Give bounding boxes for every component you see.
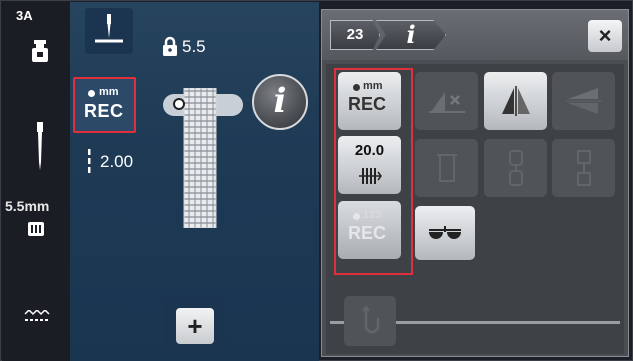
presser-foot-code: 3A bbox=[16, 8, 33, 23]
stitch-type-icon[interactable] bbox=[24, 308, 50, 329]
plus-button[interactable]: + bbox=[164, 298, 226, 354]
stitch-plate-icon[interactable] bbox=[28, 222, 44, 241]
selection-highlight bbox=[334, 68, 413, 275]
width-limit-value: 5.5 bbox=[182, 37, 206, 56]
stitch-length-value: 2.00 bbox=[100, 152, 134, 171]
pattern-start-button[interactable] bbox=[415, 139, 478, 197]
delete-stitch-icon bbox=[429, 92, 465, 113]
rec-mm-indicator[interactable]: mm REC bbox=[73, 77, 136, 133]
close-button[interactable]: × bbox=[588, 20, 622, 52]
info-button-label: i bbox=[273, 81, 287, 121]
securing-button[interactable] bbox=[344, 296, 396, 346]
screen-frame: 3A 5.5mm 5.5 mm REC 2.00 i + 23 i × mm R… bbox=[0, 0, 633, 361]
plus-button-label: + bbox=[176, 308, 214, 344]
mirror-left-right-button[interactable] bbox=[484, 72, 547, 130]
breadcrumb-stitch-number[interactable]: 23 bbox=[330, 20, 380, 50]
repeat-icon bbox=[509, 150, 523, 186]
flip-vertical-icon bbox=[566, 88, 602, 114]
needle-icon[interactable] bbox=[36, 122, 44, 175]
panel-body: mm REC 20.0 123 REC bbox=[326, 64, 624, 354]
pattern-repeat-icon bbox=[577, 150, 591, 186]
presser-foot-icon[interactable] bbox=[32, 40, 48, 67]
pattern-start-icon bbox=[437, 154, 457, 182]
mirror-up-down-button[interactable] bbox=[552, 72, 615, 130]
stitch-length-icon bbox=[86, 149, 92, 178]
status-sidebar: 3A 5.5mm bbox=[2, 2, 70, 361]
stitch-view: 5.5 mm REC 2.00 i + bbox=[70, 2, 319, 361]
securing-icon bbox=[362, 306, 380, 334]
info-button[interactable]: i bbox=[252, 74, 308, 130]
stitch-preview bbox=[180, 87, 220, 229]
balance-button[interactable] bbox=[415, 206, 475, 260]
breadcrumb-info[interactable]: i bbox=[376, 20, 446, 50]
rec-unit-label: mm bbox=[99, 86, 119, 98]
mirror-icon bbox=[502, 86, 530, 116]
needle-position-button[interactable] bbox=[85, 8, 133, 54]
panel-header: 23 i × bbox=[322, 10, 628, 60]
rec-label: REC bbox=[84, 101, 124, 121]
stitch-plate-width: 5.5mm bbox=[5, 198, 50, 214]
record-dot-icon bbox=[88, 90, 95, 97]
delete-button[interactable] bbox=[415, 72, 478, 130]
preview-start-marker bbox=[173, 98, 185, 110]
info-panel: 23 i × mm REC 20.0 123 REC bbox=[321, 9, 629, 357]
lock-icon bbox=[162, 36, 178, 61]
pattern-repeat-button[interactable] bbox=[552, 139, 615, 197]
repeat-button[interactable] bbox=[484, 139, 547, 197]
balance-icon bbox=[429, 226, 461, 239]
